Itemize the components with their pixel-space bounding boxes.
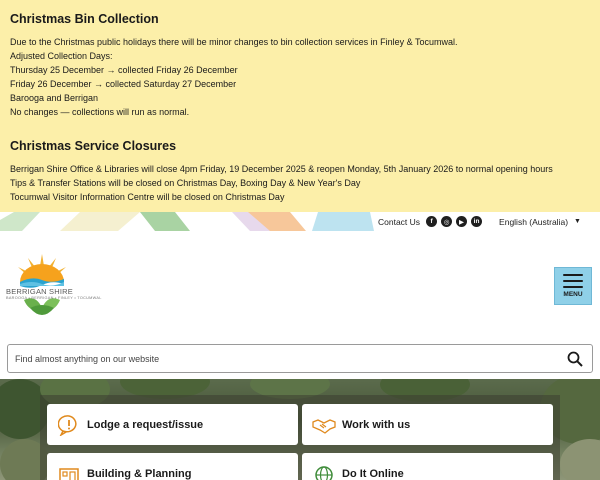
facebook-icon[interactable]: f	[426, 216, 438, 227]
language-label: English (Australia)	[499, 216, 569, 227]
card-label: Building & Planning	[87, 467, 192, 480]
building-icon	[57, 462, 81, 480]
notice-title-bin: Christmas Bin Collection	[10, 12, 159, 26]
notice-line: Tocumwal Visitor Information Centre will…	[10, 192, 285, 202]
alert-icon	[57, 413, 81, 437]
linkedin-icon[interactable]: in	[471, 216, 483, 227]
lodge-request-card[interactable]: Lodge a request/issue	[47, 404, 298, 445]
contact-us-link[interactable]: Contact Us	[378, 217, 420, 227]
notice-line: Due to the Christmas public holidays the…	[10, 37, 458, 47]
card-label: Work with us	[342, 418, 411, 431]
notice-banner: Christmas Bin Collection Due to the Chri…	[0, 0, 600, 212]
notice-line: Tips & Transfer Stations will be closed …	[10, 178, 361, 188]
notice-line: Barooga and Berrigan	[10, 93, 99, 103]
globe-icon	[312, 462, 336, 480]
search-icon[interactable]	[563, 347, 587, 371]
instagram-icon[interactable]: ◎	[441, 216, 453, 227]
do-it-online-card[interactable]: Do It Online	[302, 453, 553, 480]
menu-button[interactable]: MENU	[554, 267, 592, 305]
utility-bar: Contact Us f ◎ ▶ in English (Australia) …	[374, 212, 600, 231]
logo-name: BERRIGAN SHIRE	[6, 287, 73, 296]
menu-label: MENU	[563, 291, 583, 298]
notice-line: Berrigan Shire Office & Libraries will c…	[10, 164, 553, 174]
card-label: Lodge a request/issue	[87, 418, 204, 431]
notice-line: Adjusted Collection Days:	[10, 51, 113, 61]
hamburger-icon	[563, 274, 583, 292]
chevron-down-icon: ▼	[574, 218, 581, 225]
notice-line: No changes — collections will run as nor…	[10, 107, 190, 117]
language-selector[interactable]: English (Australia) ▼	[499, 217, 581, 227]
search-bar	[7, 344, 593, 373]
youtube-icon[interactable]: ▶	[456, 216, 468, 227]
search-input[interactable]	[8, 345, 563, 372]
notice-title-closures: Christmas Service Closures	[10, 139, 177, 153]
social-links: f ◎ ▶ in	[426, 216, 483, 227]
building-planning-card[interactable]: Building & Planning	[47, 453, 298, 480]
card-label: Do It Online	[342, 467, 404, 480]
work-with-us-card[interactable]: Work with us	[302, 404, 553, 445]
notice-line: Thursday 25 December → collected Friday …	[10, 65, 238, 75]
handshake-icon	[312, 413, 336, 437]
logo-towns: BAROOGA • BERRIGAN • FINLEY • TOCUMWAL	[6, 296, 102, 300]
notice-line: Friday 26 December → collected Saturday …	[10, 79, 237, 89]
